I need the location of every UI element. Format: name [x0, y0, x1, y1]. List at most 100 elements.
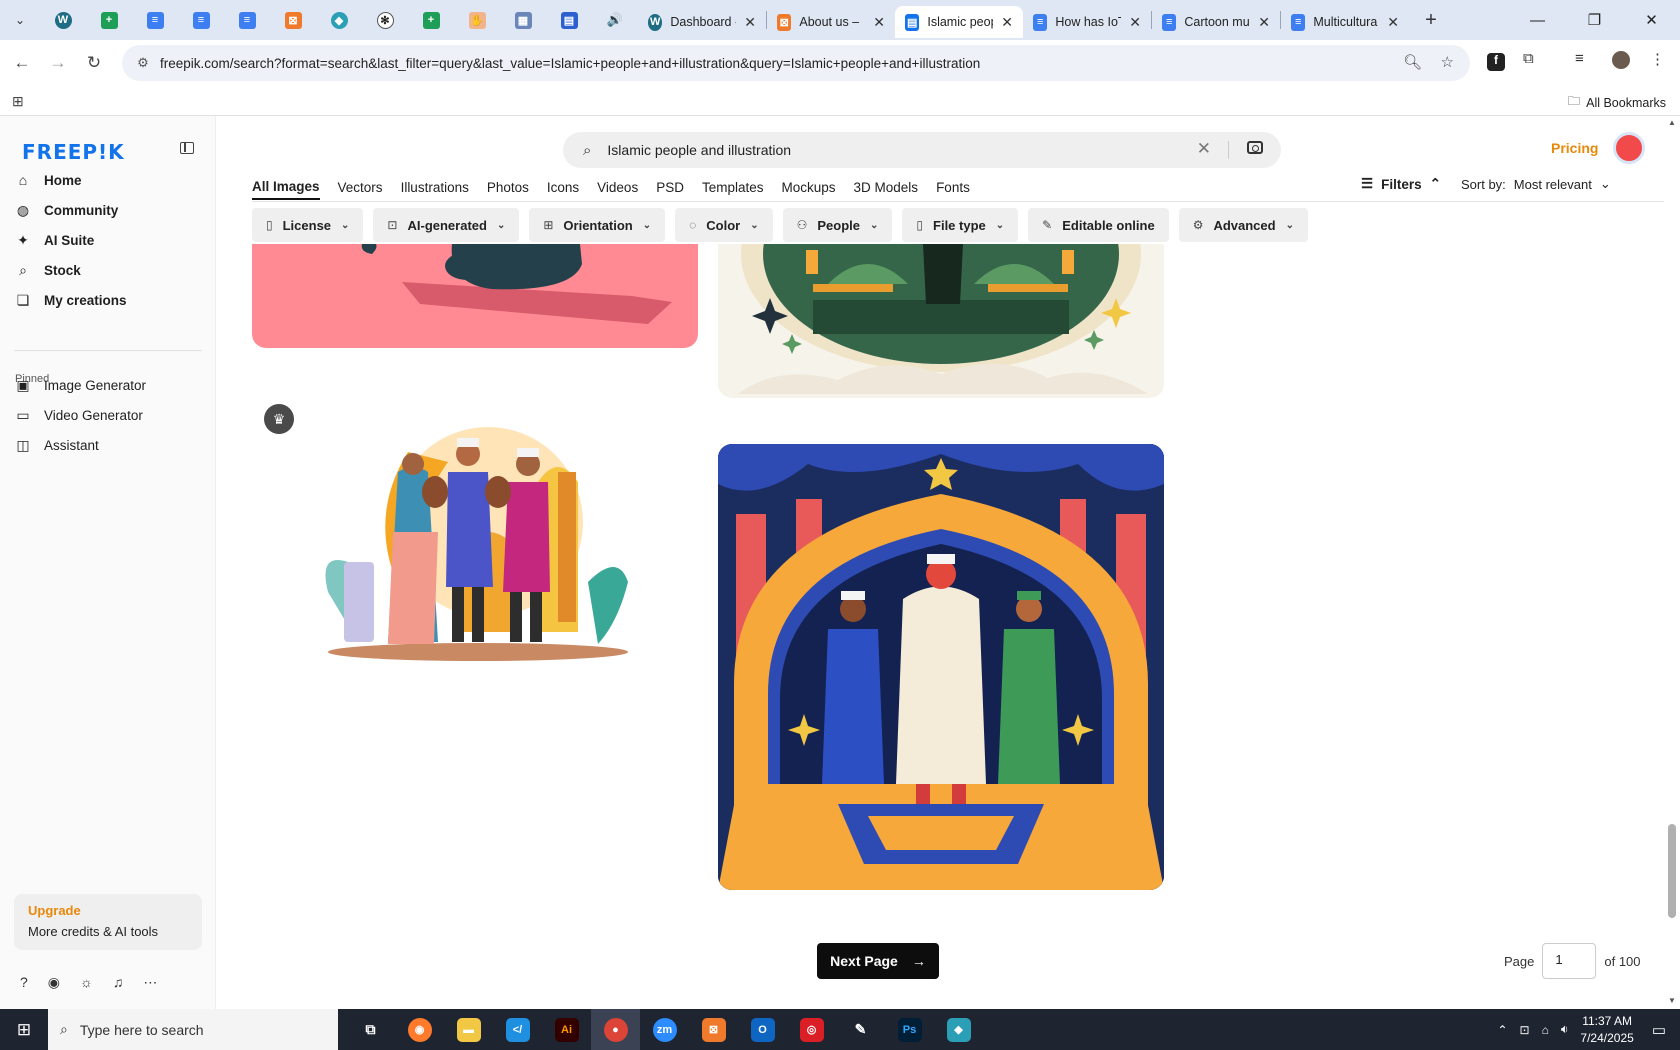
scroll-up-icon[interactable]: ▲ [1668, 118, 1676, 127]
browser-tab[interactable]: W Dashboard ‹ ✕ [638, 6, 766, 38]
discord-icon[interactable]: ◉ [48, 974, 60, 991]
pricing-link[interactable]: Pricing [1551, 140, 1598, 156]
restore-icon[interactable]: ❐ [1566, 11, 1623, 29]
tab-3d-models[interactable]: 3D Models [854, 174, 919, 200]
close-tab-icon[interactable]: ✕ [1387, 14, 1399, 31]
close-tab-icon[interactable]: ✕ [1001, 14, 1013, 31]
browser-tab[interactable]: ≡ How has IoT ✕ [1023, 6, 1151, 38]
tab-mockups[interactable]: Mockups [782, 174, 836, 200]
next-page-button[interactable]: Next Page → [817, 943, 939, 979]
notification-bell-icon[interactable]: ♫ [113, 974, 124, 991]
filter-chip-people[interactable]: ⚇ People ⌄ [782, 208, 893, 242]
sort-dropdown[interactable]: Sort by: Most relevant ⌄ [1461, 176, 1611, 192]
pinned-tab-xampp[interactable]: ⊠ [276, 5, 310, 35]
zoom-button[interactable]: zm [640, 1009, 689, 1050]
page-scrollbar[interactable]: ▲ ▼ [1664, 116, 1680, 1009]
tab-videos[interactable]: Videos [597, 174, 638, 200]
tray-app-icon[interactable]: ⊡ [1520, 1023, 1530, 1037]
close-window-icon[interactable]: ✕ [1623, 11, 1680, 29]
sidebar-item-assistant[interactable]: ◫ Assistant [14, 430, 204, 460]
tab-templates[interactable]: Templates [702, 174, 764, 200]
task-view-button[interactable]: ⧉ [346, 1009, 395, 1050]
pinned-tab-qr[interactable]: ▦ [506, 5, 540, 35]
minimize-icon[interactable]: — [1509, 12, 1566, 29]
tab-psd[interactable]: PSD [656, 174, 684, 200]
back-icon[interactable]: ← [4, 53, 40, 73]
pinned-tab-wordpress[interactable]: W [46, 5, 80, 35]
page-number-input[interactable]: 1 [1542, 943, 1597, 979]
site-info-icon[interactable]: ⚙ [128, 55, 158, 71]
sidebar-item-ai-suite[interactable]: ✦ AI Suite [14, 225, 204, 255]
sidebar-item-image-generator[interactable]: ▣ Image Generator [14, 370, 204, 400]
search-input[interactable]: Islamic people and illustration [607, 142, 791, 158]
browser-tab[interactable]: ≡ Cartoon mu ✕ [1152, 6, 1280, 38]
pen-tool-button[interactable]: ✎ [836, 1009, 885, 1050]
camera-search-icon[interactable] [1247, 141, 1263, 154]
close-tab-icon[interactable]: ✕ [1258, 14, 1270, 31]
volume-icon[interactable]: 🔉︎ [1561, 1022, 1569, 1037]
pinned-tab-forms[interactable]: ▤ [552, 5, 586, 35]
all-bookmarks-button[interactable]: 🗀 All Bookmarks [1568, 92, 1666, 113]
freepik-logo[interactable]: FREEP!K [22, 140, 125, 164]
filter-chip-orientation[interactable]: ⊞ Orientation ⌄ [529, 208, 666, 242]
pinned-tab-chatgpt[interactable]: ✻ [368, 5, 402, 35]
pinned-tab-audio[interactable]: 🔊 [598, 5, 632, 35]
close-tab-icon[interactable]: ✕ [873, 14, 885, 31]
tab-icons[interactable]: Icons [547, 174, 579, 200]
pinned-tab-docs[interactable]: ≡ [138, 5, 172, 35]
apps-grid-icon[interactable]: ⊞ [12, 93, 24, 110]
sidebar-item-video-generator[interactable]: ▭ Video Generator [14, 400, 204, 430]
user-avatar[interactable] [1613, 132, 1645, 164]
zoom-icon[interactable]: 🔍︎ [1403, 53, 1422, 71]
tab-illustrations[interactable]: Illustrations [401, 174, 469, 200]
upgrade-card[interactable]: Upgrade More credits & AI tools [14, 894, 202, 950]
browser-menu-icon[interactable]: ⋮ [1650, 50, 1665, 68]
tab-search-dropdown-icon[interactable]: ⌄ [0, 0, 40, 40]
bookmark-star-icon[interactable]: ☆ [1441, 53, 1454, 71]
close-tab-icon[interactable]: ✕ [744, 14, 756, 31]
result-image-mosque-oval[interactable] [718, 244, 1164, 398]
sidebar-item-my-creations[interactable]: ❏ My creations [14, 285, 204, 315]
notifications-icon[interactable]: ▭ [1652, 1021, 1666, 1039]
pinned-tab-sheets-2[interactable]: + [414, 5, 448, 35]
scrollbar-thumb[interactable] [1668, 824, 1676, 918]
new-tab-button[interactable]: + [1417, 9, 1445, 32]
result-image-men-in-arch[interactable] [718, 444, 1164, 890]
illustrator-button[interactable]: Ai [542, 1009, 591, 1050]
sidebar-item-home[interactable]: ⌂ Home [14, 165, 204, 195]
omnibox[interactable]: ⚙ freepik.com/search?format=search&last_… [122, 45, 1470, 81]
tab-fonts[interactable]: Fonts [936, 174, 970, 200]
pinned-tab-hand[interactable]: ✋ [460, 5, 494, 35]
url-text[interactable]: freepik.com/search?format=search&last_fi… [160, 56, 980, 71]
browser-tab[interactable]: ⊠ About us – ✕ [767, 6, 895, 38]
close-tab-icon[interactable]: ✕ [1129, 14, 1141, 31]
filter-chip-advanced[interactable]: ⚙ Advanced ⌄ [1178, 208, 1308, 242]
filter-chip-color[interactable]: ◌ Color ⌄ [675, 208, 773, 242]
app-button[interactable]: ◆ [934, 1009, 983, 1050]
filter-chip-ai-generated[interactable]: ⊡ AI-generated ⌄ [373, 208, 520, 242]
tab-all-images[interactable]: All Images [252, 174, 320, 200]
media-control-icon[interactable]: ≡ [1575, 50, 1584, 67]
outlook-button[interactable]: O [738, 1009, 787, 1050]
filter-chip-license[interactable]: ▯ License ⌄ [252, 208, 364, 242]
chrome-button[interactable]: ● [591, 1009, 640, 1050]
tray-chevron-up-icon[interactable]: ⌃ [1497, 1023, 1507, 1037]
search-bar[interactable]: ⌕ Islamic people and illustration ✕ [563, 132, 1281, 168]
tab-photos[interactable]: Photos [487, 174, 529, 200]
pinned-tab-app[interactable]: ◆ [322, 5, 356, 35]
extension-icon[interactable]: f [1487, 53, 1505, 71]
reload-icon[interactable]: ↻ [76, 53, 112, 73]
vscode-button[interactable]: </ [493, 1009, 542, 1050]
photoshop-button[interactable]: Ps [885, 1009, 934, 1050]
profile-avatar-icon[interactable] [1612, 51, 1630, 69]
browser-tab[interactable]: ▤ Islamic peop ✕ [895, 6, 1023, 38]
forward-icon[interactable]: → [40, 53, 76, 73]
filter-chip-file-type[interactable]: ▯ File type ⌄ [902, 208, 1019, 242]
sidebar-collapse-icon[interactable] [180, 142, 194, 154]
help-icon[interactable]: ? [20, 974, 28, 991]
windows-start-icon[interactable]: ⊞ [0, 1020, 48, 1040]
pinned-tab-docs-2[interactable]: ≡ [184, 5, 218, 35]
scroll-down-icon[interactable]: ▼ [1668, 996, 1676, 1005]
creative-cloud-button[interactable]: ◎ [787, 1009, 836, 1050]
pinned-tab-sheets[interactable]: + [92, 5, 126, 35]
